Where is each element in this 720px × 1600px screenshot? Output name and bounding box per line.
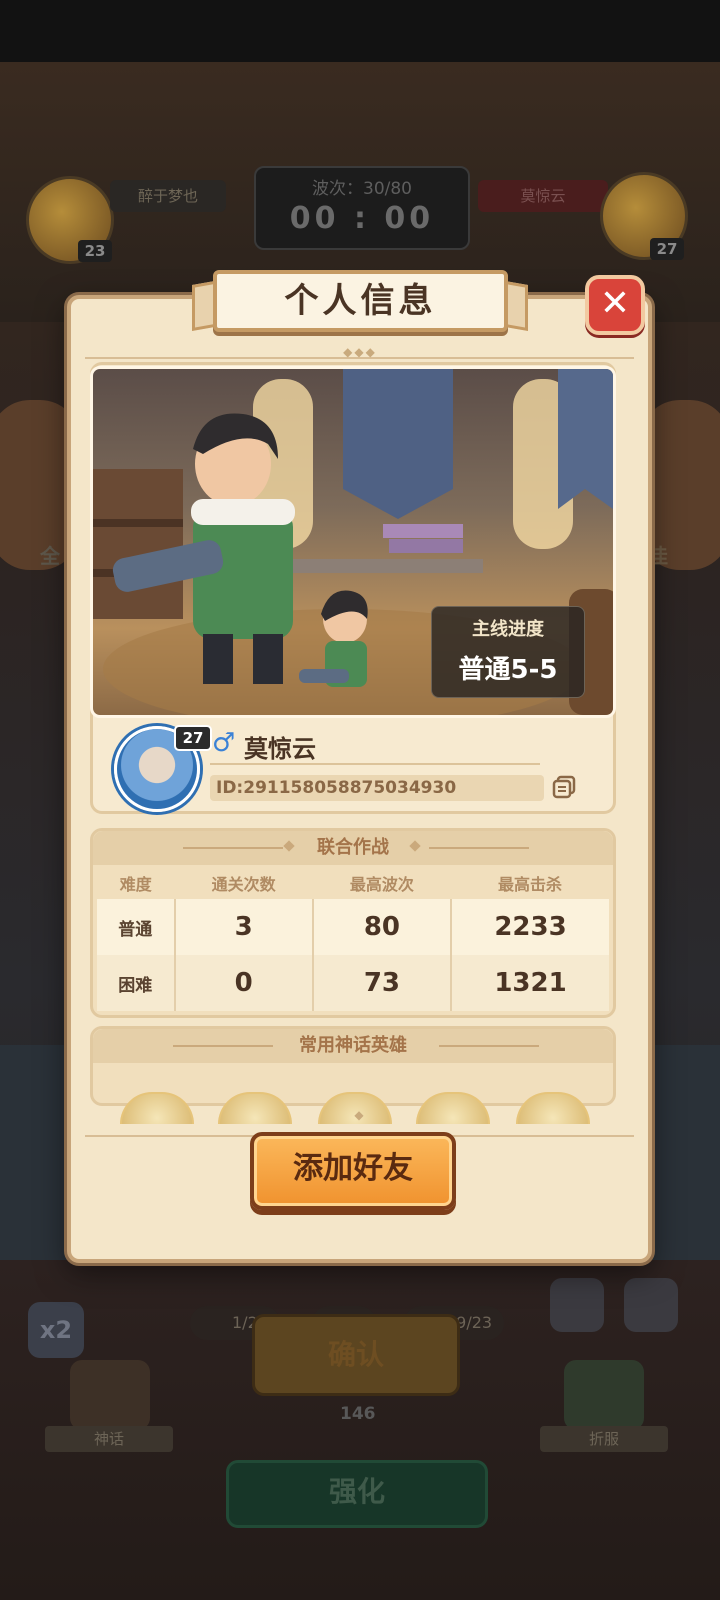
coop-title: 联合作战 — [317, 837, 389, 858]
clears-cell: 3 — [173, 899, 313, 955]
copy-icon[interactable] — [551, 774, 577, 800]
player-name: 莫惊云 — [244, 735, 316, 763]
player-level-badge: 27 — [174, 725, 212, 751]
timer: 00 : 00 — [289, 201, 435, 236]
coop-section: 联合作战 难度 通关次数 最高波次 最高击杀 普通 3 80 2233 困难 0… — [90, 828, 616, 1018]
header-dot-right — [409, 840, 421, 852]
speed-button[interactable]: x2 — [28, 1302, 84, 1358]
close-button[interactable]: ✕ — [585, 275, 645, 335]
heroes-title: 常用神话英雄 — [299, 1035, 407, 1056]
col-clears: 通关次数 — [211, 875, 276, 894]
max-wave-cell: 80 — [311, 899, 452, 955]
left-player-level: 23 — [78, 240, 112, 262]
header-line-left — [173, 1045, 273, 1047]
discount-label: 折服 — [540, 1426, 668, 1452]
modal-title: 个人信息 — [213, 270, 508, 332]
left-side-text: 全 — [40, 544, 60, 568]
right-player-level: 27 — [650, 238, 684, 260]
name-underline — [210, 763, 540, 765]
header-line-right — [439, 1045, 539, 1047]
col-max-wave: 最高波次 — [349, 875, 414, 894]
header-line-left — [183, 847, 283, 849]
difficulty-cell: 普通 — [97, 899, 175, 955]
chat-icon[interactable] — [550, 1278, 604, 1332]
coin-cost: 146 — [340, 1404, 376, 1424]
left-player-name: 醉于梦也 — [110, 180, 226, 212]
bottom-ornament: ◆ — [354, 1108, 366, 1122]
close-icon: ✕ — [599, 283, 631, 324]
header-line-right — [429, 847, 529, 849]
player-id: ID:291158058875034930 — [210, 775, 544, 801]
menu-icon[interactable] — [624, 1278, 678, 1332]
progress-label: 主线进度 — [472, 619, 544, 640]
col-max-kills: 最高击杀 — [498, 875, 563, 894]
max-kills-cell: 2233 — [450, 899, 609, 955]
right-player-name: 莫惊云 — [478, 180, 608, 212]
coop-header: 联合作战 — [93, 831, 613, 865]
add-friend-button[interactable]: 添加好友 — [250, 1132, 456, 1210]
col-difficulty: 难度 — [119, 875, 152, 894]
difficulty-cell: 困难 — [97, 955, 175, 1011]
male-icon: ♂ — [212, 728, 236, 758]
main-progress-box: 主线进度 普通5-5 — [431, 606, 585, 698]
myth-icon[interactable] — [70, 1360, 150, 1430]
confirm-button[interactable]: 确认 — [252, 1314, 460, 1396]
max-wave-cell: 73 — [311, 955, 452, 1011]
myth-label: 神话 — [45, 1426, 173, 1452]
max-kills-cell: 1321 — [450, 955, 609, 1011]
table-row: 困难 0 73 1321 — [97, 955, 609, 1011]
table-row: 普通 3 80 2233 — [97, 899, 609, 955]
top-ornament: ◆◆◆ — [343, 345, 377, 359]
wave-timer-panel: 波次：30/80 00 : 00 — [254, 166, 470, 250]
discount-icon[interactable] — [564, 1360, 644, 1430]
clears-cell: 0 — [173, 955, 313, 1011]
heroes-header: 常用神话英雄 — [93, 1029, 613, 1063]
strengthen-button[interactable]: 强化 — [226, 1460, 488, 1528]
progress-value: 普通5-5 — [458, 655, 558, 685]
coop-table: 难度 通关次数 最高波次 最高击杀 普通 3 80 2233 困难 0 73 1… — [97, 867, 609, 1011]
wave-label: 波次：30/80 — [312, 179, 412, 199]
header-dot-left — [283, 840, 295, 852]
